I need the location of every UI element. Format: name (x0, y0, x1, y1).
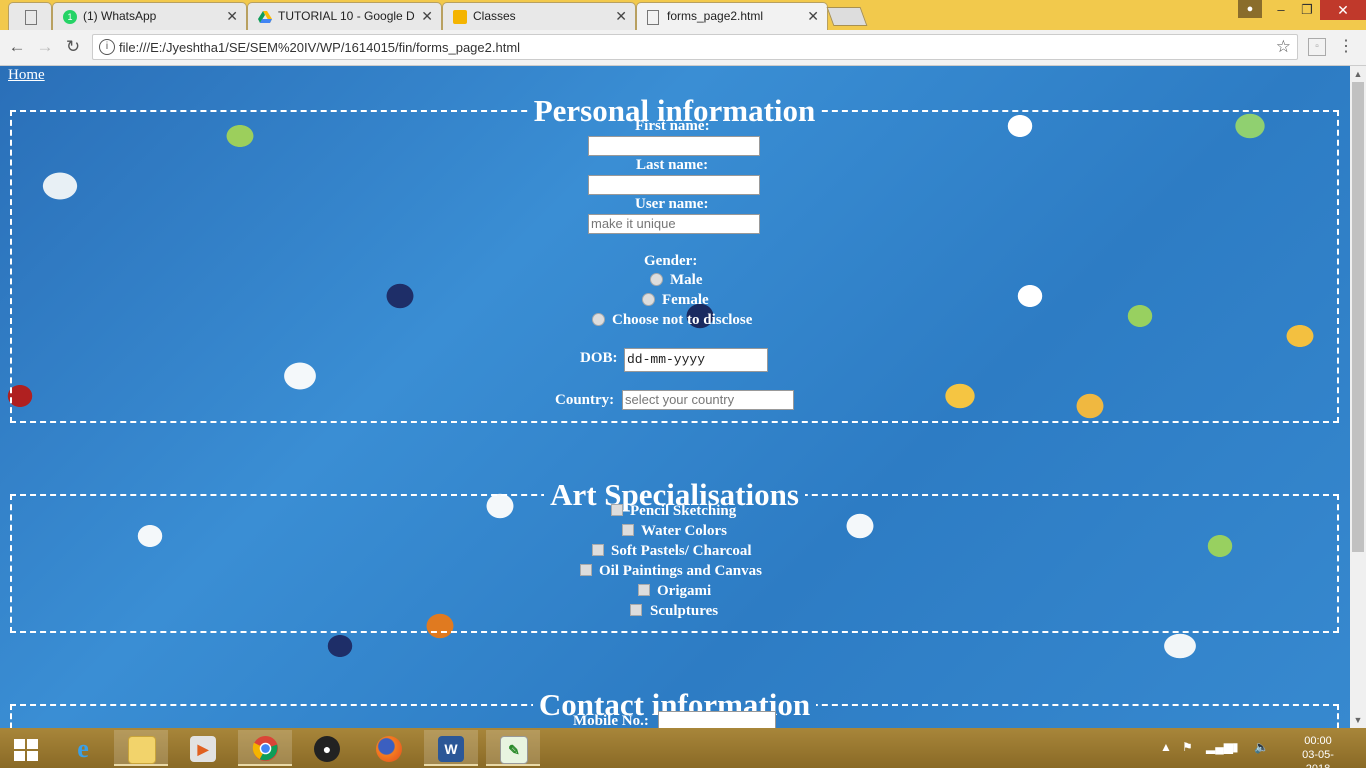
mobile-label: Mobile No.: (573, 713, 649, 728)
scrollbar-thumb[interactable] (1352, 82, 1364, 552)
apple-icon: ● (314, 736, 340, 762)
close-icon[interactable]: ✕ (226, 8, 238, 25)
scroll-up-icon[interactable]: ▲ (1350, 66, 1366, 82)
tab-title: (1) WhatsApp (83, 9, 157, 23)
taskbar-internet-explorer[interactable]: e (56, 730, 110, 766)
word-icon: W (438, 736, 464, 762)
browser-tab-bar: 1 (1) WhatsApp ✕ TUTORIAL 10 - Google D … (0, 0, 1366, 30)
water-colors-label: Water Colors (641, 523, 727, 539)
oil-paintings-checkbox[interactable] (580, 564, 592, 576)
taskbar-firefox[interactable] (362, 730, 416, 766)
user-icon[interactable]: ● (1238, 0, 1262, 18)
pencil-sketching-checkbox[interactable] (611, 504, 623, 516)
taskbar-file-explorer[interactable] (114, 730, 168, 766)
windows-taskbar: e ▶ ● W ✎ ▲ ⚑ ▂▄▆ ▮ 🔈 00:00 03-05-2018 (0, 728, 1366, 775)
battery-icon[interactable]: ▮ (1232, 740, 1239, 754)
windows-logo-icon (14, 739, 38, 761)
sculptures-checkbox[interactable] (630, 604, 642, 616)
menu-icon[interactable]: ⋮ (1338, 36, 1354, 56)
page-icon (25, 10, 37, 25)
taskbar-chrome[interactable] (238, 730, 292, 766)
flag-icon[interactable]: ⚑ (1182, 740, 1193, 754)
reload-icon[interactable]: ↻ (62, 36, 84, 58)
start-button[interactable] (0, 730, 54, 766)
page-icon (647, 10, 659, 25)
gender-male-radio[interactable] (650, 273, 663, 286)
origami-label: Origami (657, 583, 712, 599)
clock-date: 03-05-2018 (1302, 749, 1334, 775)
clock-time: 00:00 (1304, 735, 1332, 747)
soft-pastels-label: Soft Pastels/ Charcoal (611, 543, 752, 559)
chevron-up-icon[interactable]: ▲ (1160, 740, 1172, 754)
tab-blank[interactable] (8, 2, 52, 30)
forward-arrow-icon[interactable]: → (34, 36, 56, 58)
water-colors-checkbox[interactable] (622, 524, 634, 536)
taskbar-itunes[interactable]: ● (300, 730, 354, 766)
last-name-input[interactable] (588, 175, 760, 195)
page-content: Home Personal information First name: La… (0, 66, 1350, 728)
first-name-label: First name: (635, 118, 710, 134)
home-link[interactable]: Home (8, 67, 45, 84)
media-player-icon: ▶ (190, 736, 216, 762)
dob-label: DOB: (580, 350, 618, 366)
tab-forms-page2[interactable]: forms_page2.html ✕ (636, 2, 828, 30)
browser-toolbar: ← → ↻ i file:///E:/Jyeshtha1/SE/SEM%20IV… (0, 30, 1366, 66)
url-text[interactable]: file:///E:/Jyeshtha1/SE/SEM%20IV/WP/1614… (119, 40, 520, 55)
soft-pastels-checkbox[interactable] (592, 544, 604, 556)
country-input[interactable]: select your country (622, 390, 794, 410)
user-name-input[interactable]: make it unique (588, 214, 760, 234)
last-name-label: Last name: (636, 157, 709, 173)
tab-title: forms_page2.html (667, 9, 764, 23)
mobile-input[interactable] (658, 711, 776, 728)
page-scrollbar[interactable]: ▲ ▼ (1350, 66, 1366, 728)
pencil-sketching-label: Pencil Sketching (630, 503, 737, 519)
maximize-button[interactable]: ❐ (1292, 0, 1322, 20)
origami-checkbox[interactable] (638, 584, 650, 596)
gender-female-radio[interactable] (642, 293, 655, 306)
gender-undisclosed-radio[interactable] (592, 313, 605, 326)
dob-input[interactable]: dd-mm-yyyy (624, 348, 768, 372)
back-arrow-icon[interactable]: ← (6, 36, 28, 58)
speaker-icon[interactable]: 🔈 (1254, 740, 1269, 754)
new-tab-button[interactable] (826, 7, 868, 26)
classroom-icon (453, 10, 467, 24)
gender-label: Gender: (644, 253, 698, 269)
close-icon[interactable]: ✕ (807, 8, 819, 25)
scroll-down-icon[interactable]: ▼ (1350, 712, 1366, 728)
taskbar-media-player[interactable]: ▶ (176, 730, 230, 766)
sculptures-label: Sculptures (650, 603, 719, 619)
tab-whatsapp[interactable]: 1 (1) WhatsApp ✕ (52, 2, 247, 30)
bookmark-star-icon[interactable]: ☆ (1276, 37, 1291, 57)
country-label: Country: (555, 392, 615, 408)
tab-google-drive[interactable]: TUTORIAL 10 - Google D ✕ (247, 2, 442, 30)
window-close-button[interactable]: ✕ (1320, 0, 1366, 20)
taskbar-word[interactable]: W (424, 730, 478, 766)
first-name-input[interactable] (588, 136, 760, 156)
internet-explorer-icon: e (77, 734, 89, 763)
tab-title: Classes (473, 9, 516, 23)
gender-male-label: Male (670, 272, 703, 288)
extension-icon[interactable]: ▫ (1308, 38, 1326, 56)
close-icon[interactable]: ✕ (421, 8, 433, 25)
info-icon[interactable]: i (99, 39, 115, 55)
oil-paintings-label: Oil Paintings and Canvas (599, 563, 762, 579)
google-drive-icon (258, 10, 272, 24)
chrome-icon (252, 735, 279, 762)
gender-female-label: Female (662, 292, 709, 308)
tab-title: TUTORIAL 10 - Google D (278, 9, 415, 23)
firefox-icon (376, 736, 402, 762)
gender-undisclosed-label: Choose not to disclose (612, 312, 753, 328)
taskbar-notepad[interactable]: ✎ (486, 730, 540, 766)
user-name-label: User name: (635, 196, 709, 212)
close-icon[interactable]: ✕ (615, 8, 627, 25)
whatsapp-icon: 1 (63, 10, 77, 24)
notepad-icon: ✎ (500, 736, 528, 764)
address-bar[interactable]: i file:///E:/Jyeshtha1/SE/SEM%20IV/WP/16… (92, 34, 1298, 60)
taskbar-clock[interactable]: 00:00 03-05-2018 (1290, 734, 1346, 776)
folder-icon (128, 736, 156, 764)
signal-icon[interactable]: ▂▄▆ (1206, 740, 1233, 754)
tab-classes[interactable]: Classes ✕ (442, 2, 636, 30)
